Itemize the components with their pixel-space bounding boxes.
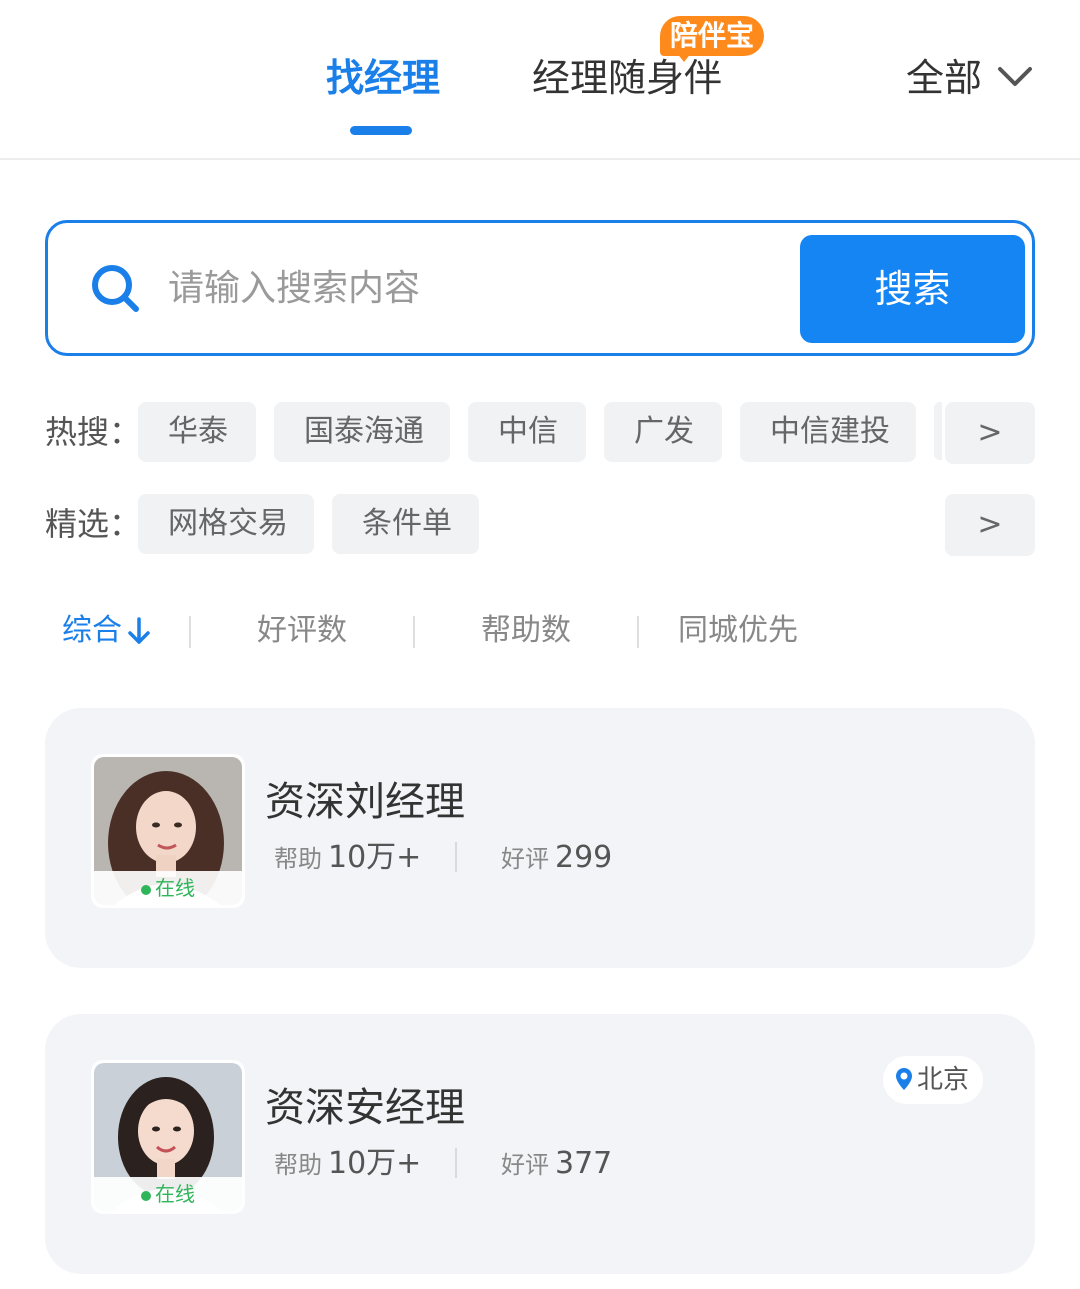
help-label: 帮助: [274, 1151, 322, 1179]
online-status-label: 在线: [155, 1182, 195, 1206]
sort-help-count[interactable]: 帮助数: [481, 608, 571, 654]
location-pin-icon: [896, 1068, 912, 1090]
manager-name: 资深安经理: [265, 1085, 465, 1131]
hot-search-more-button[interactable]: >: [945, 402, 1035, 464]
companion-badge: 陪伴宝: [660, 16, 765, 56]
featured-label: 精选：: [45, 505, 142, 543]
active-tab-indicator: [350, 126, 412, 135]
search-button[interactable]: 搜索: [800, 235, 1025, 343]
stat-divider: [455, 842, 457, 872]
sort-divider: [413, 616, 415, 648]
online-status: 在线: [94, 1177, 242, 1211]
help-label: 帮助: [274, 845, 322, 873]
search-bar: 搜索: [45, 220, 1035, 356]
featured-chip[interactable]: 条件单: [332, 494, 479, 554]
featured-more-button[interactable]: >: [945, 494, 1035, 556]
online-status-label: 在线: [155, 876, 195, 900]
sort-divider: [637, 616, 639, 648]
avatar: 在线: [91, 754, 245, 908]
hot-search-label: 热搜：: [45, 413, 142, 451]
chevron-down-icon[interactable]: [996, 58, 1034, 96]
hot-search-chip[interactable]: 中信: [468, 402, 586, 462]
sort-rating[interactable]: 好评数: [257, 608, 347, 654]
hot-search-chip[interactable]: 广发: [604, 402, 722, 462]
online-dot-icon: [141, 884, 151, 895]
stat-divider: [455, 1148, 457, 1178]
manager-name: 资深刘经理: [265, 779, 465, 825]
manager-card[interactable]: 在线 资深刘经理 帮助 10万+ 好评 299: [45, 708, 1035, 968]
rating-value: 377: [555, 1146, 613, 1181]
hot-search-chip[interactable]: 华泰: [138, 402, 256, 462]
help-value: 10万+: [328, 840, 422, 875]
sort-down-arrow-icon: [128, 617, 150, 644]
filter-all-dropdown[interactable]: 全部: [906, 52, 982, 104]
online-status: 在线: [94, 871, 242, 905]
search-input[interactable]: [168, 253, 768, 323]
avatar: 在线: [91, 1060, 245, 1214]
city-tag: 北京: [883, 1056, 984, 1104]
manager-card[interactable]: 在线 资深安经理 帮助 10万+ 好评 377 北京: [45, 1014, 1035, 1274]
hot-search-overflow-edge: [934, 402, 942, 460]
hot-search-chip[interactable]: 国泰海通: [274, 402, 450, 462]
help-value: 10万+: [328, 1146, 422, 1181]
search-icon: [92, 265, 139, 312]
featured-chip[interactable]: 网格交易: [138, 494, 314, 554]
sort-comprehensive[interactable]: 综合: [62, 608, 122, 654]
tab-find-manager[interactable]: 找经理: [326, 52, 440, 104]
top-navigation: 找经理 经理随身伴 陪伴宝 全部: [0, 0, 1080, 160]
rating-value: 299: [555, 840, 613, 875]
hot-search-chip[interactable]: 中信建投: [740, 402, 916, 462]
sort-divider: [189, 616, 191, 648]
companion-badge-tail: [676, 52, 692, 62]
rating-label: 好评: [501, 1151, 549, 1179]
tab-manager-companion[interactable]: 经理随身伴: [532, 52, 722, 104]
online-dot-icon: [141, 1190, 151, 1201]
city-label: 北京: [917, 1065, 970, 1095]
rating-label: 好评: [501, 845, 549, 873]
sort-same-city[interactable]: 同城优先: [678, 608, 798, 654]
